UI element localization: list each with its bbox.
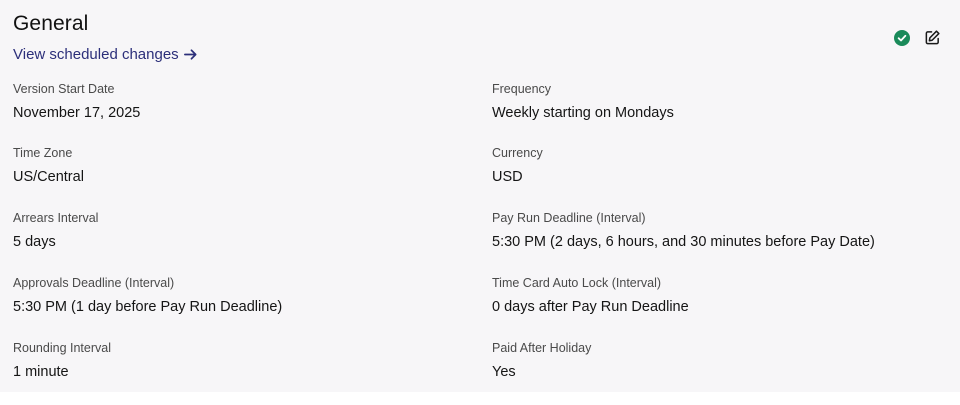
- field-value: 0 days after Pay Run Deadline: [492, 299, 689, 315]
- general-settings-card: General View scheduled changes Version S…: [0, 0, 960, 392]
- field-currency: Currency USD: [492, 145, 932, 186]
- view-scheduled-changes-label: View scheduled changes: [13, 46, 179, 63]
- field-paid-after-holiday: Paid After Holiday Yes: [492, 340, 932, 381]
- field-time-zone: Time Zone US/Central: [13, 145, 453, 186]
- field-pay-run-deadline: Pay Run Deadline (Interval) 5:30 PM (2 d…: [492, 210, 932, 251]
- field-label: Time Zone: [13, 146, 73, 160]
- arrow-right-icon: [183, 47, 199, 63]
- card-actions: [894, 29, 942, 47]
- field-rounding-interval: Rounding Interval 1 minute: [13, 340, 453, 381]
- field-frequency: Frequency Weekly starting on Mondays: [492, 81, 932, 122]
- field-label: Time Card Auto Lock (Interval): [492, 276, 662, 290]
- field-value: US/Central: [13, 169, 84, 185]
- field-value: Weekly starting on Mondays: [492, 105, 674, 121]
- field-label: Paid After Holiday: [492, 341, 592, 355]
- field-value: November 17, 2025: [13, 105, 141, 121]
- edit-icon[interactable]: [924, 29, 942, 47]
- field-label: Rounding Interval: [13, 341, 111, 355]
- view-scheduled-changes-link[interactable]: View scheduled changes: [13, 46, 199, 63]
- field-label: Arrears Interval: [13, 211, 99, 225]
- check-circle-icon: [894, 30, 910, 46]
- field-value: Yes: [492, 364, 516, 380]
- page-background: [0, 392, 960, 405]
- field-value: USD: [492, 169, 523, 185]
- field-version-start-date: Version Start Date November 17, 2025: [13, 81, 453, 122]
- field-value: 5:30 PM (2 days, 6 hours, and 30 minutes…: [492, 234, 875, 250]
- field-label: Version Start Date: [13, 82, 115, 96]
- section-title: General: [13, 12, 89, 35]
- field-time-card-auto-lock: Time Card Auto Lock (Interval) 0 days af…: [492, 275, 932, 316]
- field-label: Approvals Deadline (Interval): [13, 276, 175, 290]
- field-value: 5 days: [13, 234, 56, 250]
- field-approvals-deadline: Approvals Deadline (Interval) 5:30 PM (1…: [13, 275, 453, 316]
- field-label: Frequency: [492, 82, 552, 96]
- field-label: Currency: [492, 146, 543, 160]
- field-label: Pay Run Deadline (Interval): [492, 211, 646, 225]
- field-value: 5:30 PM (1 day before Pay Run Deadline): [13, 299, 283, 315]
- field-value: 1 minute: [13, 364, 69, 380]
- field-arrears-interval: Arrears Interval 5 days: [13, 210, 453, 251]
